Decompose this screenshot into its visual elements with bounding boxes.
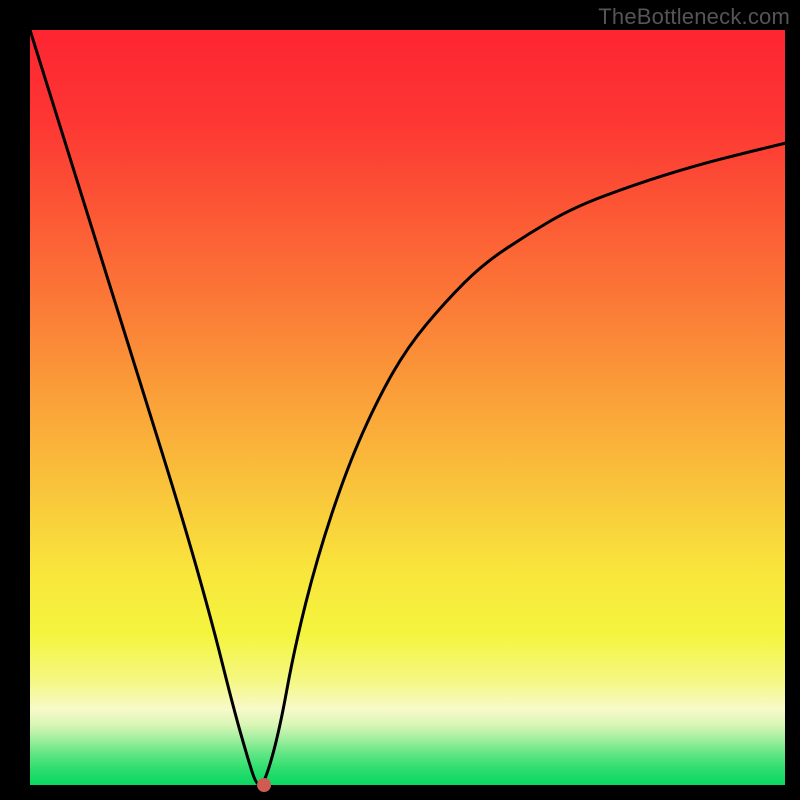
bottleneck-chart <box>0 0 800 800</box>
plot-background <box>30 30 785 785</box>
chart-frame: TheBottleneck.com <box>0 0 800 800</box>
optimum-marker <box>257 778 271 792</box>
